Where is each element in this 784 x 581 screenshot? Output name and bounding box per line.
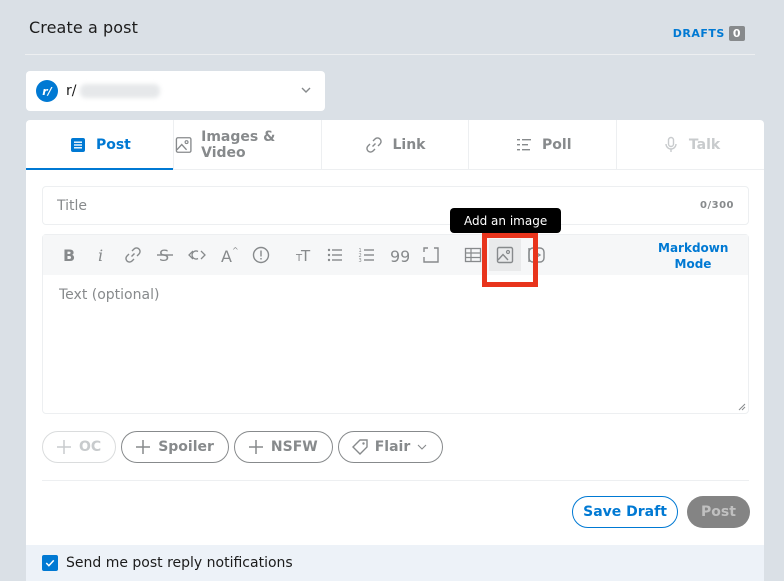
editor-body	[43, 275, 748, 413]
quote-block-button[interactable]: 99	[383, 239, 415, 271]
post-icon	[70, 137, 85, 152]
tab-images-video-label: Images & Video	[201, 128, 276, 161]
numbered-list-icon: 123	[359, 248, 374, 264]
svg-text:3: 3	[359, 258, 362, 264]
italic-icon: i	[98, 246, 103, 265]
resize-handle-icon[interactable]	[738, 403, 746, 411]
drafts-count-badge: 0	[728, 26, 745, 41]
markdown-mode-button[interactable]: Markdown Mode	[658, 240, 728, 272]
flair-button[interactable]: Flair	[337, 431, 444, 463]
community-prefix: r/	[66, 83, 77, 99]
code-block-button[interactable]	[415, 239, 447, 271]
heading-icon: TT	[295, 247, 311, 265]
svg-text:i: i	[98, 246, 103, 265]
svg-text:^: ^	[232, 246, 239, 255]
post-tags: OC Spoiler NSFW Flair	[42, 431, 444, 463]
svg-text:B: B	[63, 246, 75, 265]
markdown-mode-line2: Mode	[674, 257, 712, 271]
table-icon	[464, 247, 482, 263]
post-type-tabs: Post Images & Video Link Poll Talk	[26, 120, 764, 170]
notifications-label: Send me post reply notifications	[66, 555, 293, 571]
page-title: Create a post	[29, 18, 138, 37]
oc-button[interactable]: OC	[42, 431, 117, 463]
code-block-icon	[423, 247, 439, 263]
spoiler-icon	[252, 246, 270, 264]
link-icon	[125, 247, 141, 263]
svg-text:99: 99	[390, 247, 409, 265]
strikethrough-button[interactable]: S	[149, 239, 181, 271]
notifications-checkbox[interactable]	[42, 555, 58, 571]
markdown-mode-line1: Markdown	[658, 241, 729, 255]
tab-poll[interactable]: Poll	[469, 120, 618, 169]
inline-code-button[interactable]	[181, 239, 213, 271]
formatting-toolbar: B i S A ^ TT 1 2 3 99 Markdown Mode	[43, 233, 748, 287]
nsfw-button[interactable]: NSFW	[233, 431, 333, 463]
inline-code-icon	[188, 250, 206, 260]
save-draft-button[interactable]: Save Draft	[572, 496, 678, 528]
actions-divider	[42, 480, 749, 481]
tab-poll-label: Poll	[542, 136, 572, 153]
tab-post[interactable]: Post	[26, 120, 174, 170]
chevron-down-icon	[301, 87, 311, 93]
spoiler-button[interactable]	[245, 239, 277, 271]
poll-icon	[517, 138, 532, 150]
community-avatar: r/	[36, 80, 58, 102]
post-editor-card: Post Images & Video Link Poll Talk 0/300…	[26, 120, 764, 581]
post-button[interactable]: Post	[687, 496, 750, 528]
body-textarea[interactable]	[59, 287, 732, 401]
title-input[interactable]	[57, 197, 701, 214]
spoiler-tag-button[interactable]: Spoiler	[121, 431, 229, 463]
italic-button[interactable]: i	[85, 239, 117, 271]
tab-images-video[interactable]: Images & Video	[174, 120, 322, 169]
microphone-icon	[665, 136, 677, 152]
page-header: Create a post DRAFTS 0	[25, 18, 757, 55]
title-field[interactable]: 0/300	[42, 186, 749, 225]
chevron-down-icon	[417, 444, 427, 450]
tab-post-label: Post	[95, 136, 131, 153]
superscript-button[interactable]: A ^	[213, 239, 245, 271]
link-icon	[366, 136, 383, 153]
tab-link[interactable]: Link	[322, 120, 470, 169]
tab-talk-label: Talk	[688, 136, 721, 153]
image-icon	[175, 136, 192, 153]
checkmark-icon	[45, 559, 55, 567]
community-selector[interactable]: r/ r/	[26, 71, 325, 111]
bold-button[interactable]: B	[53, 239, 85, 271]
drafts-link[interactable]: DRAFTS 0	[673, 26, 745, 41]
link-button[interactable]	[117, 239, 149, 271]
title-char-count: 0/300	[700, 200, 734, 211]
flair-label: Flair	[374, 439, 411, 455]
svg-text:T: T	[300, 247, 311, 265]
add-image-tooltip: Add an image	[450, 208, 562, 233]
header-divider	[25, 54, 755, 55]
nsfw-label: NSFW	[270, 439, 318, 455]
heading-button[interactable]: TT	[287, 239, 319, 271]
bold-icon: B	[63, 246, 75, 265]
tab-talk[interactable]: Talk	[617, 120, 764, 169]
add-image-button[interactable]	[482, 233, 538, 287]
plus-icon	[57, 440, 71, 454]
quote-block-icon: 99	[390, 247, 409, 265]
oc-label: OC	[79, 439, 102, 455]
notification-setting: Send me post reply notifications	[26, 545, 764, 581]
tab-link-label: Link	[392, 136, 426, 153]
drafts-label: DRAFTS	[672, 27, 725, 40]
numbered-list-button[interactable]: 123	[351, 239, 383, 271]
text-editor: B i S A ^ TT 1 2 3 99 Markdown Mode Text…	[42, 233, 749, 414]
image-icon	[496, 246, 514, 264]
svg-text:A: A	[221, 247, 232, 265]
bulleted-list-icon	[327, 248, 342, 262]
strikethrough-icon: S	[157, 246, 173, 265]
tag-icon	[351, 439, 368, 455]
community-name-redacted	[80, 84, 161, 98]
superscript-icon: A ^	[221, 246, 239, 265]
spoiler-label: Spoiler	[158, 439, 214, 455]
plus-icon	[136, 440, 151, 454]
bulleted-list-button[interactable]	[319, 239, 351, 271]
plus-icon	[248, 440, 263, 454]
